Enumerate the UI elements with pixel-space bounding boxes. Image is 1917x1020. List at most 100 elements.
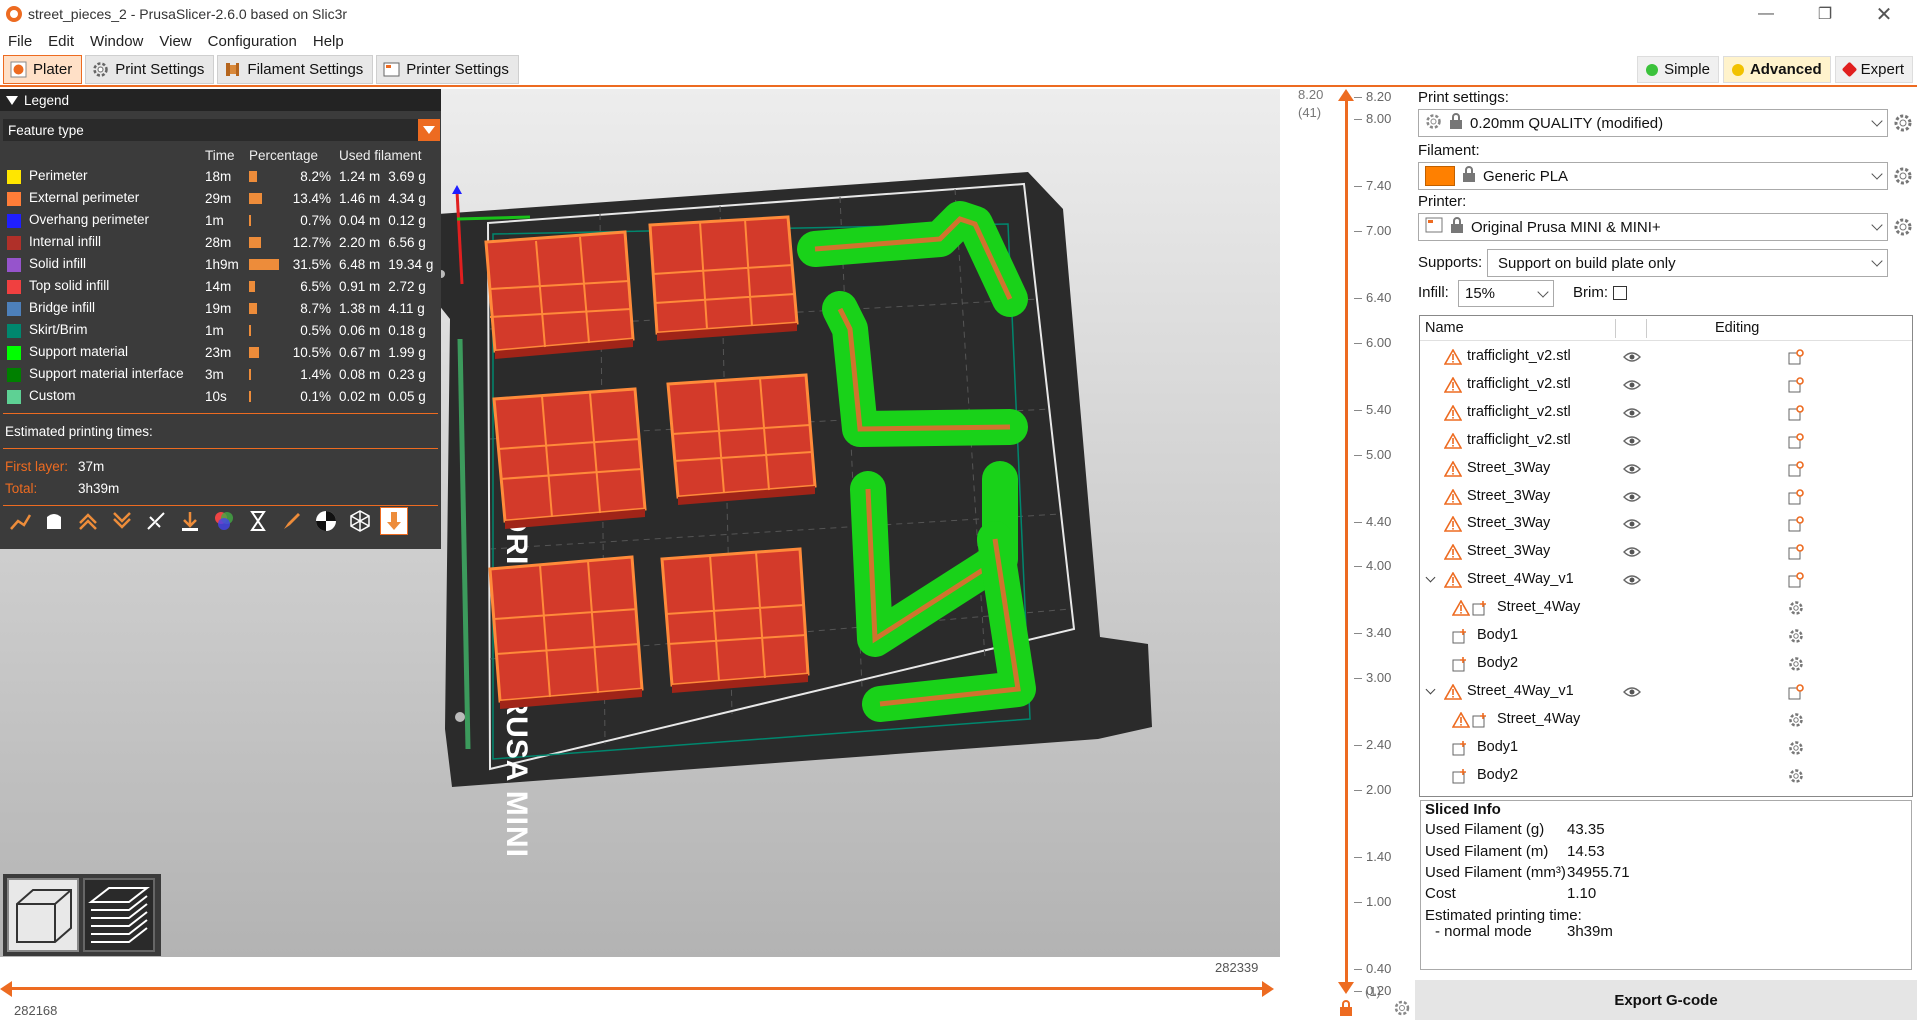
retractions-icon[interactable] [74,507,102,535]
tab-print-settings[interactable]: Print Settings [85,55,215,84]
warning-icon[interactable] [1443,348,1463,369]
close-button[interactable]: ✕ [1861,0,1907,28]
warning-icon[interactable] [1443,432,1463,453]
object-row[interactable]: Street_3Way [1420,510,1912,538]
legend-row[interactable]: Support material interface 3m 1.4% 0.08 m 0.… [3,363,437,385]
object-part-row[interactable]: Body2 [1420,650,1912,678]
lock-icon[interactable] [1338,999,1354,1020]
legend-row[interactable]: Perimeter 18m 8.2% 1.24 m 3.69 g [3,165,437,187]
infill-combo[interactable]: 15% [1458,280,1554,307]
warning-icon[interactable] [1443,515,1463,536]
object-row[interactable]: trafficlight_v2.stl [1420,399,1912,427]
object-row[interactable]: Street_3Way [1420,455,1912,483]
warning-icon[interactable] [1451,599,1471,620]
settings-cog-icon[interactable] [1393,999,1411,1020]
object-row[interactable]: Street_3Way [1420,483,1912,511]
menu-configuration[interactable]: Configuration [200,33,305,50]
export-gcode-button[interactable]: Export G-code [1415,980,1917,1020]
object-part-row[interactable]: Body1 [1420,622,1912,650]
object-part-row[interactable]: Body2 [1420,762,1912,790]
eye-icon[interactable] [1623,379,1641,395]
travel-icon[interactable] [6,507,34,535]
preview-view-button[interactable] [83,878,155,952]
tool-marker-icon[interactable] [380,507,408,535]
settings-cog-icon[interactable] [1788,768,1804,788]
vslider-bottom-thumb[interactable] [1338,982,1354,994]
name-column-header[interactable]: Name [1425,320,1464,336]
edit-settings-icon[interactable] [1788,460,1804,481]
legend-row[interactable]: Bridge infill 19m 8.7% 1.38 m 4.11 g [3,297,437,319]
legend-row[interactable]: Top solid infill 14m 6.5% 0.91 m 2.72 g [3,275,437,297]
legend-row[interactable]: External perimeter 29m 13.4% 1.46 m 4.34 g [3,187,437,209]
menu-view[interactable]: View [151,33,199,50]
warning-icon[interactable] [1443,543,1463,564]
deretractions-icon[interactable] [108,507,136,535]
mode-expert-button[interactable]: Expert [1834,56,1913,83]
wipe-icon[interactable] [40,507,68,535]
color-changes-icon[interactable] [210,507,238,535]
eye-icon[interactable] [1623,407,1641,423]
edit-settings-icon[interactable] [1788,544,1804,564]
pause-prints-icon[interactable] [244,507,272,535]
eye-icon[interactable] [1623,463,1641,479]
warning-icon[interactable] [1443,404,1463,425]
warning-icon[interactable] [1443,376,1463,397]
settings-cog-icon[interactable] [1788,600,1804,620]
center-of-gravity-icon[interactable] [312,507,340,535]
edit-filament-gear-icon[interactable] [1893,166,1913,186]
hslider-left-thumb[interactable] [0,981,12,997]
3d-view-button[interactable] [7,878,79,952]
object-row[interactable]: Street_4Way_v1 [1420,566,1912,594]
settings-cog-icon[interactable] [1788,628,1804,648]
legend-header[interactable]: Legend [0,89,441,111]
maximize-button[interactable]: ❐ [1802,0,1848,28]
edit-printer-gear-icon[interactable] [1893,217,1913,237]
filament-color-swatch[interactable] [1425,166,1455,186]
edit-settings-icon[interactable] [1788,488,1804,509]
settings-cog-icon[interactable] [1788,712,1804,732]
filament-combo[interactable]: Generic PLA [1418,162,1888,190]
tab-plater[interactable]: Plater [3,55,83,84]
menu-file[interactable]: File [0,33,40,50]
object-part-row[interactable]: Street_4Way [1420,706,1912,734]
hslider-right-thumb[interactable] [1262,981,1274,997]
object-part-row[interactable]: Street_4Way [1420,594,1912,622]
object-part-row[interactable]: Body1 [1420,734,1912,762]
mode-simple-button[interactable]: Simple [1637,56,1719,83]
menu-window[interactable]: Window [82,33,151,50]
eye-icon[interactable] [1623,686,1641,702]
warning-icon[interactable] [1443,487,1463,509]
edit-settings-icon[interactable] [1788,683,1804,704]
tab-printer-settings[interactable]: Printer Settings [376,55,519,84]
print-settings-combo[interactable]: 0.20mm QUALITY (modified) [1418,109,1888,137]
legend-row[interactable]: Solid infill 1h9m 31.5% 6.48 m 19.34 g [3,253,437,275]
printer-combo[interactable]: Original Prusa MINI & MINI+ [1418,213,1888,241]
shells-icon[interactable] [346,507,374,535]
custom-gcode-icon[interactable] [278,507,306,535]
object-row[interactable]: Street_3Way [1420,538,1912,566]
horizontal-move-slider[interactable]: 282339 282168 [0,957,1280,1020]
menu-edit[interactable]: Edit [40,33,82,50]
edit-settings-icon[interactable] [1788,349,1804,369]
edit-settings-icon[interactable] [1788,516,1804,536]
settings-cog-icon[interactable] [1788,740,1804,760]
object-row[interactable]: trafficlight_v2.stl [1420,371,1912,399]
mode-advanced-button[interactable]: Advanced [1722,56,1831,83]
legend-row[interactable]: Internal infill 28m 12.7% 2.20 m 6.56 g [3,231,437,253]
menu-help[interactable]: Help [305,33,352,50]
brim-checkbox[interactable] [1613,286,1627,300]
supports-combo[interactable]: Support on build plate only [1487,249,1888,277]
object-row[interactable]: trafficlight_v2.stl [1420,343,1912,371]
eye-icon[interactable] [1623,518,1641,534]
edit-settings-icon[interactable] [1788,572,1804,592]
eye-icon[interactable] [1623,435,1641,451]
vslider-track[interactable] [1345,95,1348,991]
legend-row[interactable]: Support material 23m 10.5% 0.67 m 1.99 g [3,341,437,363]
legend-row[interactable]: Skirt/Brim 1m 0.5% 0.06 m 0.18 g [3,319,437,341]
editing-column-header[interactable]: Editing [1715,320,1759,336]
tool-changes-icon[interactable] [176,507,204,535]
warning-icon[interactable] [1451,711,1471,732]
eye-icon[interactable] [1623,546,1641,562]
layer-slider[interactable]: 8.20 (41) 8.20 8.00 7.40 7.00 6.40 6.00 5.40 5.… [1280,87,1415,1020]
chevron-down-icon[interactable] [1425,572,1436,583]
